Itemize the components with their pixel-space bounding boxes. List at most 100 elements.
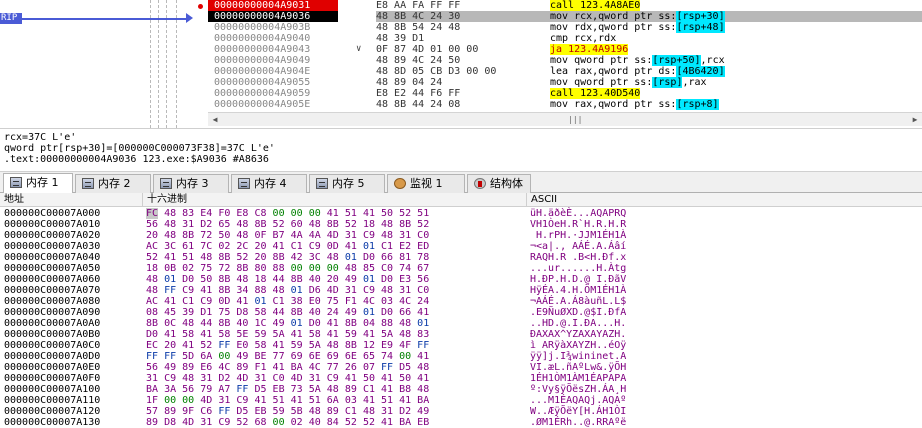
- disassembly-pane[interactable]: RIP 00000000004A9031 E8 AA FA FF FF call 1…: [0, 0, 922, 128]
- hex-byte[interactable]: 48: [363, 406, 375, 417]
- disasm-row[interactable]: 00000000004A9036 48 8B 4C 24 30 mov rcx,qw…: [208, 11, 922, 22]
- hex-byte[interactable]: 8B: [146, 318, 158, 329]
- hex-byte[interactable]: 50: [363, 373, 375, 384]
- column-header-hex[interactable]: 十六进制: [143, 193, 527, 207]
- hex-byte[interactable]: 31: [399, 230, 411, 241]
- dump-row[interactable]: 000000C00007A100 BA 3A 56 79 A7 FF D5 EB …: [0, 384, 922, 395]
- hex-byte[interactable]: 48: [381, 219, 393, 230]
- disasm-address[interactable]: 00000000004A9059: [208, 88, 338, 99]
- hex-byte[interactable]: C1: [345, 406, 357, 417]
- hex-byte[interactable]: 48: [309, 219, 321, 230]
- dump-address[interactable]: 000000C00007A0B0: [4, 329, 142, 340]
- hex-byte[interactable]: 3C: [164, 241, 176, 252]
- hex-byte[interactable]: 00: [218, 351, 230, 362]
- hex-byte[interactable]: 3C: [309, 252, 321, 263]
- dump-address[interactable]: 000000C00007A070: [4, 285, 142, 296]
- hex-byte[interactable]: 0B: [164, 263, 176, 274]
- hex-byte[interactable]: 1F: [146, 395, 158, 406]
- hex-byte[interactable]: D0: [309, 318, 321, 329]
- hex-byte[interactable]: 50: [218, 230, 230, 241]
- hex-byte[interactable]: 20: [164, 340, 176, 351]
- dump-address[interactable]: 000000C00007A0F0: [4, 373, 142, 384]
- dump-ascii[interactable]: HÿÉA.4.H.ÖM1ÉH1À: [530, 285, 626, 296]
- hex-byte[interactable]: 31: [345, 285, 357, 296]
- hex-byte[interactable]: 52: [146, 252, 158, 263]
- dump-ascii[interactable]: ÐAXAX^YZAXAYAZH.: [530, 329, 626, 340]
- hex-byte[interactable]: E0: [309, 296, 321, 307]
- hex-byte[interactable]: C9: [363, 230, 375, 241]
- scroll-thumb[interactable]: |||: [568, 115, 582, 124]
- hex-byte[interactable]: 7C: [200, 241, 212, 252]
- hex-byte[interactable]: 01: [291, 318, 303, 329]
- dump-ascii[interactable]: ...ur......H.Àtg: [530, 263, 626, 274]
- hex-byte[interactable]: D1: [200, 307, 212, 318]
- hex-byte[interactable]: 5A: [273, 329, 285, 340]
- column-header-ascii[interactable]: ASCII: [527, 193, 922, 207]
- hex-byte[interactable]: C1: [291, 241, 303, 252]
- hex-byte[interactable]: 8B: [399, 219, 411, 230]
- hex-byte[interactable]: 20: [254, 252, 266, 263]
- disasm-instruction[interactable]: call 123.40D540: [550, 88, 641, 99]
- dump-ascii[interactable]: ì ARÿàXAYZH..éOÿ: [530, 340, 626, 351]
- hex-byte[interactable]: 00: [309, 263, 321, 274]
- disasm-row[interactable]: 00000000004A9031 E8 AA FA FF FF call 123.4…: [208, 0, 922, 11]
- hex-byte[interactable]: FF: [417, 340, 429, 351]
- hex-byte[interactable]: 42: [291, 252, 303, 263]
- hex-byte[interactable]: EB: [254, 406, 266, 417]
- disasm-instruction[interactable]: cmp rcx,rdx: [550, 33, 616, 44]
- disassembly-rows[interactable]: 00000000004A9031 E8 AA FA FF FF call 123.4…: [208, 0, 922, 110]
- hex-byte[interactable]: 41: [273, 362, 285, 373]
- dump-address[interactable]: 000000C00007A090: [4, 307, 142, 318]
- hex-byte[interactable]: C1: [381, 241, 393, 252]
- hex-byte[interactable]: 72: [200, 230, 212, 241]
- hex-byte[interactable]: 12: [363, 340, 375, 351]
- dump-ascii[interactable]: 1ÉH1ÒM1ÀM1ÉAPAPA: [530, 373, 626, 384]
- hex-byte[interactable]: 00: [273, 208, 285, 219]
- hex-byte[interactable]: C1: [363, 384, 375, 395]
- hex-byte[interactable]: 56: [182, 384, 194, 395]
- hex-byte[interactable]: 48: [309, 406, 321, 417]
- hex-byte[interactable]: 31: [399, 285, 411, 296]
- dump-hex[interactable]: 52 41 51 48 8B 52 20 8B 42 3C 48 01 D0 6…: [146, 252, 429, 263]
- hex-byte[interactable]: 8B: [345, 318, 357, 329]
- hex-byte[interactable]: 31: [200, 373, 212, 384]
- hex-byte[interactable]: 0C: [164, 318, 176, 329]
- hex-byte[interactable]: 59: [345, 329, 357, 340]
- hex-byte[interactable]: 31: [218, 395, 230, 406]
- hex-byte[interactable]: 03: [381, 296, 393, 307]
- horizontal-scrollbar[interactable]: ◀ ||| ▶: [208, 112, 922, 126]
- hex-byte[interactable]: 6E: [309, 351, 321, 362]
- scroll-left-icon[interactable]: ◀: [208, 113, 222, 126]
- dump-ascii[interactable]: ..HD.@.I.ÐA...H.: [530, 318, 626, 329]
- hex-byte[interactable]: 40: [309, 274, 321, 285]
- hex-byte[interactable]: 48: [399, 329, 411, 340]
- hex-byte[interactable]: D5: [236, 406, 248, 417]
- hex-byte[interactable]: D0: [363, 252, 375, 263]
- hex-byte[interactable]: A7: [218, 384, 230, 395]
- hex-byte[interactable]: 56: [146, 219, 158, 230]
- hex-byte[interactable]: 75: [327, 296, 339, 307]
- hex-byte[interactable]: B7: [273, 230, 285, 241]
- hex-byte[interactable]: 60: [291, 219, 303, 230]
- hex-byte[interactable]: 48: [200, 252, 212, 263]
- hex-byte[interactable]: 48: [182, 373, 194, 384]
- tab-4[interactable]: 内存 4: [231, 174, 307, 193]
- hex-byte[interactable]: C0: [417, 230, 429, 241]
- hex-byte[interactable]: 51: [417, 208, 429, 219]
- dump-hex[interactable]: 89 D8 4D 31 C9 52 68 00 02 40 84 52 52 4…: [146, 417, 429, 428]
- hex-byte[interactable]: D0: [381, 307, 393, 318]
- hex-byte[interactable]: 01: [164, 274, 176, 285]
- hex-byte[interactable]: 01: [363, 241, 375, 252]
- hex-byte[interactable]: D0: [146, 329, 158, 340]
- hex-byte[interactable]: 51: [182, 252, 194, 263]
- hex-byte[interactable]: 41: [254, 395, 266, 406]
- dump-row[interactable]: 000000C00007A050 18 0B 02 75 72 8B 80 88 …: [0, 263, 922, 274]
- hex-byte[interactable]: 31: [254, 373, 266, 384]
- hex-byte[interactable]: D2: [200, 219, 212, 230]
- dump-ascii[interactable]: .E9ÑuØXD.@$I.ÐfA: [530, 307, 626, 318]
- hex-byte[interactable]: 40: [236, 318, 248, 329]
- hex-byte[interactable]: E6: [200, 362, 212, 373]
- hex-byte[interactable]: 48: [236, 274, 248, 285]
- disasm-instruction[interactable]: mov rax,qword ptr ss:[rsp+8]: [550, 99, 719, 110]
- hex-byte[interactable]: 41: [273, 340, 285, 351]
